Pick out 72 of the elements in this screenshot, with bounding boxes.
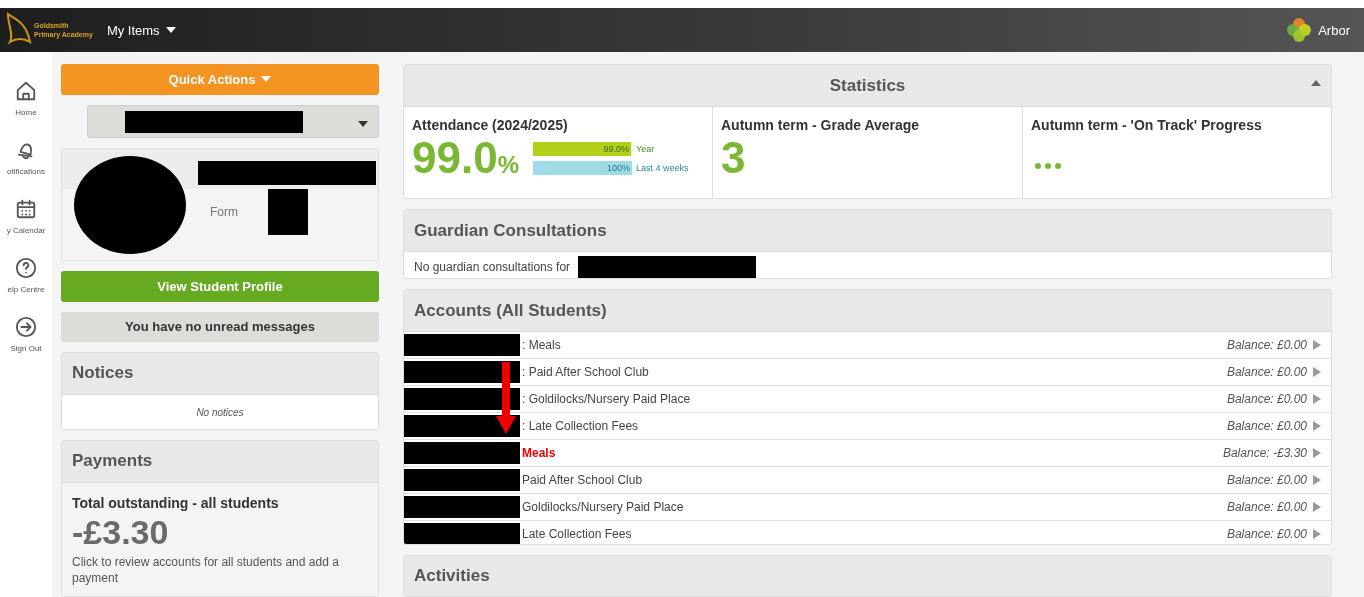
balance-text: Balance: £0.00 (1226, 473, 1307, 488)
chevron-right-icon (1313, 340, 1321, 351)
account-name: : Meals (522, 338, 561, 353)
collapse-icon (1311, 80, 1321, 86)
account-name: Paid After School Club (522, 473, 643, 488)
balance-text: Balance: £0.00 (1226, 500, 1307, 515)
chevron-right-icon (1313, 367, 1321, 378)
grade-value: 3 (721, 133, 747, 183)
attendance-value: 99.0% (412, 133, 519, 183)
account-name: : Goldilocks/Nursery Paid Place (522, 392, 691, 407)
student-select[interactable] (87, 104, 379, 139)
attendance-bar: 99.0% (533, 141, 631, 156)
account-row[interactable]: Paid After School Club Balance: £0.00 (404, 467, 1331, 495)
balance-text: Balance: £0.00 (1226, 419, 1307, 434)
account-row[interactable]: Meals Balance: -£3.30 (404, 440, 1331, 468)
outstanding-amount: -£3.30 (72, 512, 170, 552)
messages-notice: You have no unread messages (61, 311, 379, 342)
caret-icon (261, 76, 272, 83)
sign-out-icon (15, 316, 37, 338)
home-icon (15, 80, 37, 102)
account-row[interactable]: Goldilocks/Nursery Paid Place Balance: £0.00 (404, 494, 1331, 522)
balance-text: Balance: £0.00 (1226, 338, 1307, 353)
account-row[interactable]: : Meals Balance: £0.00 (404, 332, 1331, 360)
account-row[interactable]: Late Collection Fees Balance: £0.00 (404, 521, 1331, 544)
payments-hint: Click to review accounts for all students and add a payment (72, 553, 340, 586)
stat-title: Autumn term - Grade Average (721, 117, 921, 133)
form-label: Form (210, 205, 238, 220)
attendance-bar: 100% (533, 160, 632, 175)
chevron-right-icon (1313, 529, 1321, 540)
account-name: Late Collection Fees (522, 527, 632, 542)
chevron-right-icon (1313, 502, 1321, 513)
payments-body[interactable]: Total outstanding - all students -£3.30 Click to review accounts for all students and add a payment (62, 482, 378, 596)
nav-item[interactable]: otifications (7, 139, 45, 176)
my-items-menu[interactable]: My Items (106, 22, 176, 38)
bar-label: Year (636, 143, 655, 154)
balance-text: Balance: -£3.30 (1222, 446, 1307, 461)
brand-logo-icon (1286, 17, 1313, 43)
account-row[interactable]: : Paid After School Club Balance: £0.00 (404, 359, 1331, 387)
chevron-right-icon (1313, 421, 1321, 432)
nav-item[interactable]: Home (15, 80, 37, 117)
balance-text: Balance: £0.00 (1226, 365, 1307, 380)
help-icon (15, 257, 37, 279)
consultations-text: No guardian consultations for (414, 259, 571, 274)
section-title: Accounts (All Students) (404, 290, 1331, 333)
brand-name: Arbor (1318, 22, 1350, 38)
section-title: Guardian Consultations (404, 210, 1331, 253)
section-title: Notices (62, 352, 378, 395)
account-name: : Late Collection Fees (522, 419, 639, 434)
chevron-right-icon (1313, 394, 1321, 405)
balance-text: Balance: £0.00 (1226, 392, 1307, 407)
caret-icon (165, 27, 176, 33)
nav-item[interactable]: Sign Out (10, 316, 42, 353)
stat-title: Autumn term - 'On Track' Progress (1031, 117, 1263, 133)
section-title: Payments (62, 440, 378, 483)
calendar-icon (15, 198, 37, 220)
caret-icon (358, 120, 368, 127)
empty-text: No notices (195, 405, 245, 420)
bar-label: Last 4 weeks (636, 162, 689, 173)
section-title: Activities (404, 555, 1331, 596)
account-name: Goldilocks/Nursery Paid Place (522, 500, 684, 515)
stat-title: Attendance (2024/2025) (412, 117, 569, 133)
outstanding-title: Total outstanding - all students (72, 494, 280, 511)
account-row[interactable]: : Goldilocks/Nursery Paid Place Balance: £0.00 (404, 386, 1331, 414)
nav-item[interactable]: y Calendar (6, 198, 46, 235)
section-title: Statistics (404, 65, 1331, 107)
nav-item[interactable]: elp Centre (7, 257, 45, 294)
balance-text: Balance: £0.00 (1226, 527, 1307, 542)
chevron-right-icon (1313, 448, 1321, 459)
chevron-right-icon (1313, 475, 1321, 486)
account-name: : Paid After School Club (522, 365, 649, 380)
account-name: Meals (522, 446, 556, 461)
account-row[interactable]: : Late Collection Fees Balance: £0.00 (404, 413, 1331, 441)
